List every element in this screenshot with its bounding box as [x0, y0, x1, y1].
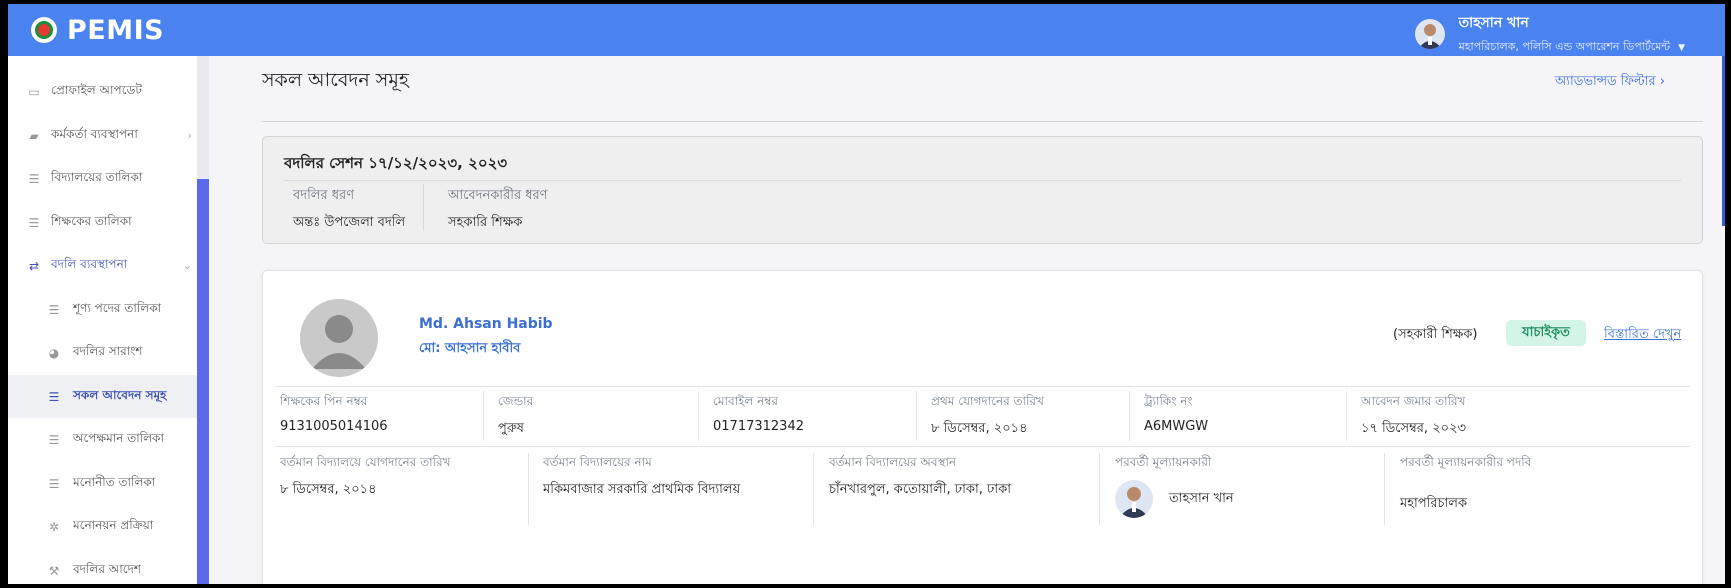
divider	[698, 391, 699, 441]
chevron-down-icon: ▼	[1678, 42, 1685, 53]
field-first-joining-date: প্রথম যোগদানের তারিখ ৮ ডিসেম্বর, ২০১৪	[931, 394, 1044, 436]
wrench-icon: ⚒	[48, 563, 60, 578]
pie-chart-icon: ◕	[48, 345, 60, 360]
list-icon: ☰	[28, 215, 40, 230]
view-details-link[interactable]: বিস্তারিত দেখুন	[1604, 325, 1681, 346]
chevron-right-icon: ›	[187, 129, 192, 142]
divider	[483, 391, 484, 441]
divider	[1129, 391, 1130, 441]
evaluator-avatar	[1115, 480, 1153, 518]
chevron-down-icon: ⌄	[182, 259, 192, 272]
app-name: PEMIS	[67, 14, 165, 46]
sidebar-item-vacancy-list[interactable]: ☰ শূণ্য পদের তালিকা	[8, 288, 206, 331]
app-window: PEMIS তাহসান খান মহাপরিচালক, পলিসি এন্ড …	[8, 4, 1725, 584]
divider	[1384, 453, 1385, 525]
divider	[284, 180, 1681, 181]
sidebar-item-officer-management[interactable]: ▰ কর্মকর্তা ব্যবস্থাপনা ›	[8, 114, 206, 157]
sidebar-item-all-applications[interactable]: ☰ সকল আবেদন সমূহ	[8, 375, 206, 418]
top-navbar: PEMIS তাহসান খান মহাপরিচালক, পলিসি এন্ড …	[8, 4, 1725, 56]
divider	[916, 391, 917, 441]
application-card: Md. Ahsan Habib মো: আহসান হাবীব (সহকারী …	[262, 270, 1703, 584]
applicant-name-bn: মো: আহসান হাবীব	[419, 341, 521, 356]
field-next-evaluator: পরবর্তী মূল্যায়নকারী তাহসান খান	[1115, 454, 1234, 518]
field-gender: জেন্ডার পুরুষ	[498, 394, 534, 436]
applicant-role: (সহকারী শিক্ষক)	[1393, 327, 1478, 342]
gear-icon: ✲	[48, 519, 60, 534]
sidebar-item-nominated-list[interactable]: ☰ মনোনীত তালিকা	[8, 462, 206, 505]
divider	[423, 184, 424, 231]
divider	[275, 446, 1690, 447]
field-current-school-joining-date: বর্তমান বিদ্যালয়ে যোগদানের তারিখ ৮ ডিসে…	[280, 455, 451, 497]
list-icon: ☰	[48, 389, 60, 404]
field-submission-date: আবেদন জমার তারিখ ১৭ ডিসেম্বর, ২০২৩	[1361, 394, 1467, 436]
sidebar-item-transfer-management[interactable]: ⇄ বদলি ব্যবস্থাপনা ⌄	[8, 244, 206, 287]
sidebar-item-transfer-order[interactable]: ⚒ বদলির আদেশ	[8, 549, 206, 584]
field-current-school-location: বর্তমান বিদ্যালয়ের অবস্থান চাঁনখারপুল, …	[829, 455, 1011, 497]
divider	[262, 121, 1703, 122]
transfer-type: বদলির ধরণ অন্তঃ উপজেলা বদলি	[293, 188, 406, 230]
sidebar-scrollbar-thumb[interactable]	[197, 179, 209, 584]
divider	[813, 453, 814, 525]
list-icon: ☰	[48, 432, 60, 447]
sidebar-item-teacher-list[interactable]: ☰ শিক্ষকের তালিকা	[8, 201, 206, 244]
advanced-filter-link[interactable]: অ্যাডভান্সড ফিল্টার ›	[1555, 72, 1665, 93]
briefcase-icon: ▰	[29, 128, 39, 143]
field-mobile: মোবাইল নম্বর 01717312342	[713, 394, 804, 434]
sidebar: ▭ প্রোফাইল আপডেট ▰ কর্মকর্তা ব্যবস্থাপনা › …	[8, 56, 206, 584]
session-card: বদলির সেশন ১৭/১২/২০২৩, ২০২৩ বদলির ধরণ অন…	[262, 136, 1703, 244]
user-name: তাহসান খান	[1458, 15, 1529, 31]
sidebar-item-nomination-process[interactable]: ✲ মনোনয়ন প্রক্রিয়া	[8, 505, 206, 548]
divider	[1346, 391, 1347, 441]
applicant-avatar	[300, 299, 378, 377]
applicant-type: আবেদনকারীর ধরণ সহকারি শিক্ষক	[448, 188, 548, 230]
divider	[528, 453, 529, 525]
logo[interactable]: PEMIS	[31, 15, 164, 46]
sidebar-item-waiting-list[interactable]: ☰ অপেক্ষমান তালিকা	[8, 418, 206, 461]
page-title: সকল আবেদন সমূহ	[262, 69, 409, 91]
transfer-icon: ⇄	[28, 258, 40, 273]
sidebar-item-transfer-summary[interactable]: ◕ বদলির সারাংশ	[8, 331, 206, 374]
divider	[1099, 453, 1100, 525]
field-tracking-number: ট্র্যাকিং নং A6MWGW	[1144, 394, 1209, 434]
session-title: বদলির সেশন ১৭/১২/২০২৩, ২০২৩	[284, 154, 508, 172]
sidebar-item-profile-update[interactable]: ▭ প্রোফাইল আপডেট	[8, 70, 206, 113]
user-role: মহাপরিচালক, পলিসি এন্ড অপারেশন ডিপার্টমে…	[1458, 40, 1671, 53]
profile-icon: ▭	[28, 84, 40, 99]
field-current-school-name: বর্তমান বিদ্যালয়ের নাম মকিমবাজার সরকারি…	[543, 455, 741, 497]
sidebar-item-school-list[interactable]: ☰ বিদ্যালয়ের তালিকা	[8, 157, 206, 200]
field-next-evaluator-designation: পরবর্তী মূল্যায়নকারীর পদবি মহাপরিচালক	[1400, 455, 1532, 511]
list-icon: ☰	[28, 171, 40, 186]
divider	[275, 386, 1690, 387]
field-pin-number: শিক্ষকের পিন নম্বর 9131005014106	[280, 394, 388, 434]
emblem-icon	[31, 17, 57, 43]
page-scrollbar[interactable]	[1722, 56, 1725, 226]
list-icon: ☰	[48, 302, 60, 317]
list-icon: ☰	[48, 476, 60, 491]
user-menu[interactable]: তাহসান খান মহাপরিচালক, পলিসি এন্ড অপারেশ…	[1414, 11, 1685, 57]
status-badge: যাচাইকৃত	[1506, 320, 1586, 346]
user-avatar	[1414, 19, 1445, 49]
applicant-name-en[interactable]: Md. Ahsan Habib	[419, 316, 553, 332]
